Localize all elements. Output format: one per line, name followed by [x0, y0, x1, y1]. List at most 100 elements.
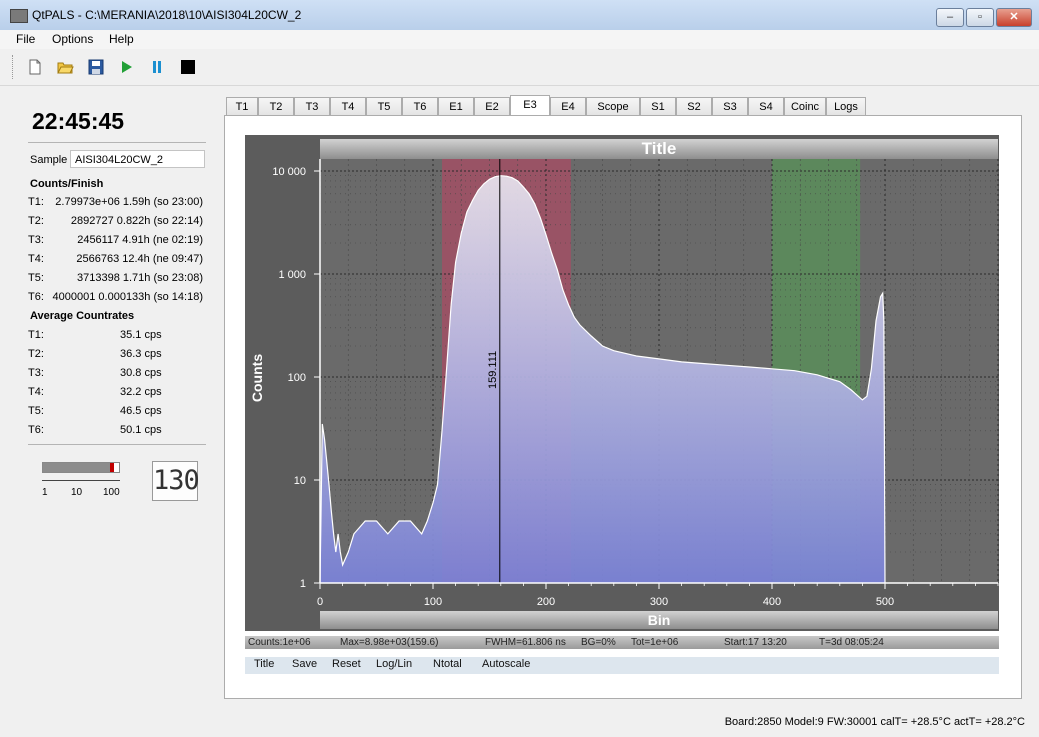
menu-file[interactable]: File [16, 32, 35, 46]
counts-row: T4: 2566763 12.4h (ne 09:47) [28, 253, 203, 267]
countrate-marker [110, 463, 115, 472]
tab-t2[interactable]: T2 [258, 97, 294, 115]
tab-t4[interactable]: T4 [330, 97, 366, 115]
counts-row: T5: 3713398 1.71h (so 23:08) [28, 272, 203, 286]
status-bg: BG=0% [581, 637, 616, 648]
countrate-bar [42, 462, 120, 473]
lcd-display: 130 [152, 461, 200, 501]
tab-e2[interactable]: E2 [474, 97, 510, 115]
rate-key: T6: [28, 424, 44, 436]
status-bar: Board:2850 Model:9 FW:30001 calT= +28.5°… [0, 712, 1039, 737]
new-icon[interactable] [26, 58, 44, 76]
status-fwhm: FWHM=61.806 ns [485, 637, 566, 648]
countrate-fill [43, 463, 115, 472]
status-start: Start:17 13:20 [724, 637, 787, 648]
y-tick-label: 1 [300, 578, 306, 590]
rate-row: T3: 30.8 cps [28, 367, 203, 381]
tab-coinc[interactable]: Coinc [784, 97, 826, 115]
marker-label: 159.111 [487, 351, 499, 389]
close-button[interactable]: ✕ [996, 8, 1032, 27]
reset-button[interactable]: Reset [332, 658, 361, 670]
toolbar-grip[interactable] [12, 55, 16, 79]
counts-value: 2456117 4.91h (ne 02:19) [77, 234, 203, 246]
status-time: T=3d 08:05:24 [819, 637, 884, 648]
rate-value: 36.3 cps [120, 348, 162, 360]
window-titlebar[interactable]: QtPALS - C:\MERANIA\2018\10\AISI304L20CW… [0, 0, 1039, 31]
maximize-button[interactable]: ▫ [966, 8, 994, 27]
tab-s1[interactable]: S1 [640, 97, 676, 115]
rate-value: 50.1 cps [120, 424, 162, 436]
y-tick-label: 100 [288, 372, 306, 384]
x-tick-label: 100 [424, 596, 442, 608]
tab-scope[interactable]: Scope [586, 97, 640, 115]
rate-row: T4: 32.2 cps [28, 386, 203, 400]
rate-row: T1: 35.1 cps [28, 329, 203, 343]
loglin-button[interactable]: Log/Lin [376, 658, 412, 670]
counts-heading: Counts/Finish [30, 178, 104, 190]
divider [28, 142, 206, 143]
counts-row: T6: 4000001 0.000133h (so 14:18) [28, 291, 203, 305]
tab-e3[interactable]: E3 [510, 95, 550, 116]
title-button[interactable]: Title [254, 658, 274, 670]
sample-input[interactable]: AISI304L20CW_2 [70, 150, 205, 168]
x-tick-label: 300 [650, 596, 668, 608]
menu-options[interactable]: Options [52, 32, 93, 46]
counts-key: T6: [28, 291, 44, 303]
plot-status-line: Counts:1e+06 Max=8.98e+03(159.6) FWHM=61… [245, 636, 999, 649]
clock: 22:45:45 [32, 108, 125, 134]
x-tick-label: 200 [537, 596, 555, 608]
tab-e4[interactable]: E4 [550, 97, 586, 115]
counts-key: T5: [28, 272, 44, 284]
tab-t6[interactable]: T6 [402, 97, 438, 115]
plot-button-bar: Title Save Reset Log/Lin Ntotal Autoscal… [245, 657, 999, 674]
save-icon[interactable] [87, 58, 105, 76]
rate-value: 46.5 cps [120, 405, 162, 417]
rates-heading: Average Countrates [30, 310, 135, 322]
start-icon[interactable] [117, 58, 135, 76]
y-axis-title: Counts [249, 353, 265, 403]
counts-value: 2.79973e+06 1.59h (so 23:00) [55, 196, 203, 208]
counts-row: T3: 2456117 4.91h (ne 02:19) [28, 234, 203, 248]
ntotal-button[interactable]: Ntotal [433, 658, 462, 670]
counts-key: T4: [28, 253, 44, 265]
x-tick-label: 0 [317, 596, 323, 608]
rate-row: T6: 50.1 cps [28, 424, 203, 438]
spectrum-plot[interactable]: 159.111 1 10 100 1 000 10 000 0 100 200 300 400 500 [245, 159, 999, 611]
tab-t5[interactable]: T5 [366, 97, 402, 115]
tab-s2[interactable]: S2 [676, 97, 712, 115]
chart-title[interactable]: Title [320, 139, 998, 159]
tab-logs[interactable]: Logs [826, 97, 866, 115]
x-tick-label: 500 [876, 596, 894, 608]
tab-t3[interactable]: T3 [294, 97, 330, 115]
counts-value: 4000001 0.000133h (so 14:18) [52, 291, 203, 303]
tab-t1[interactable]: T1 [226, 97, 258, 115]
y-tick-label: 1 000 [278, 269, 306, 281]
window-title: QtPALS - C:\MERANIA\2018\10\AISI304L20CW… [32, 8, 302, 22]
y-tick-label: 10 [294, 475, 306, 487]
counts-key: T2: [28, 215, 44, 227]
status-bar-text: Board:2850 Model:9 FW:30001 calT= +28.5°… [724, 716, 1025, 728]
menu-bar: File Options Help [0, 30, 1039, 49]
autoscale-button[interactable]: Autoscale [482, 658, 530, 670]
x-tick-label: 400 [763, 596, 781, 608]
status-max: Max=8.98e+03(159.6) [340, 637, 439, 648]
x-axis-title: Bin [320, 611, 998, 629]
minimize-button[interactable]: ‒ [936, 8, 964, 27]
rate-row: T2: 36.3 cps [28, 348, 203, 362]
pause-icon[interactable] [148, 58, 166, 76]
stop-icon[interactable] [179, 58, 197, 76]
y-tick-label: 10 000 [272, 166, 306, 178]
rate-key: T2: [28, 348, 44, 360]
counts-row: T2: 2892727 0.822h (so 22:14) [28, 215, 203, 229]
tab-s3[interactable]: S3 [712, 97, 748, 115]
countrate-scale [42, 474, 120, 481]
rate-key: T4: [28, 386, 44, 398]
tab-e1[interactable]: E1 [438, 97, 474, 115]
save-plot-button[interactable]: Save [292, 658, 317, 670]
menu-help[interactable]: Help [109, 32, 134, 46]
rate-key: T1: [28, 329, 44, 341]
rate-value: 35.1 cps [120, 329, 162, 341]
open-icon[interactable] [56, 58, 74, 76]
status-counts: Counts:1e+06 [248, 637, 311, 648]
tab-s4[interactable]: S4 [748, 97, 784, 115]
